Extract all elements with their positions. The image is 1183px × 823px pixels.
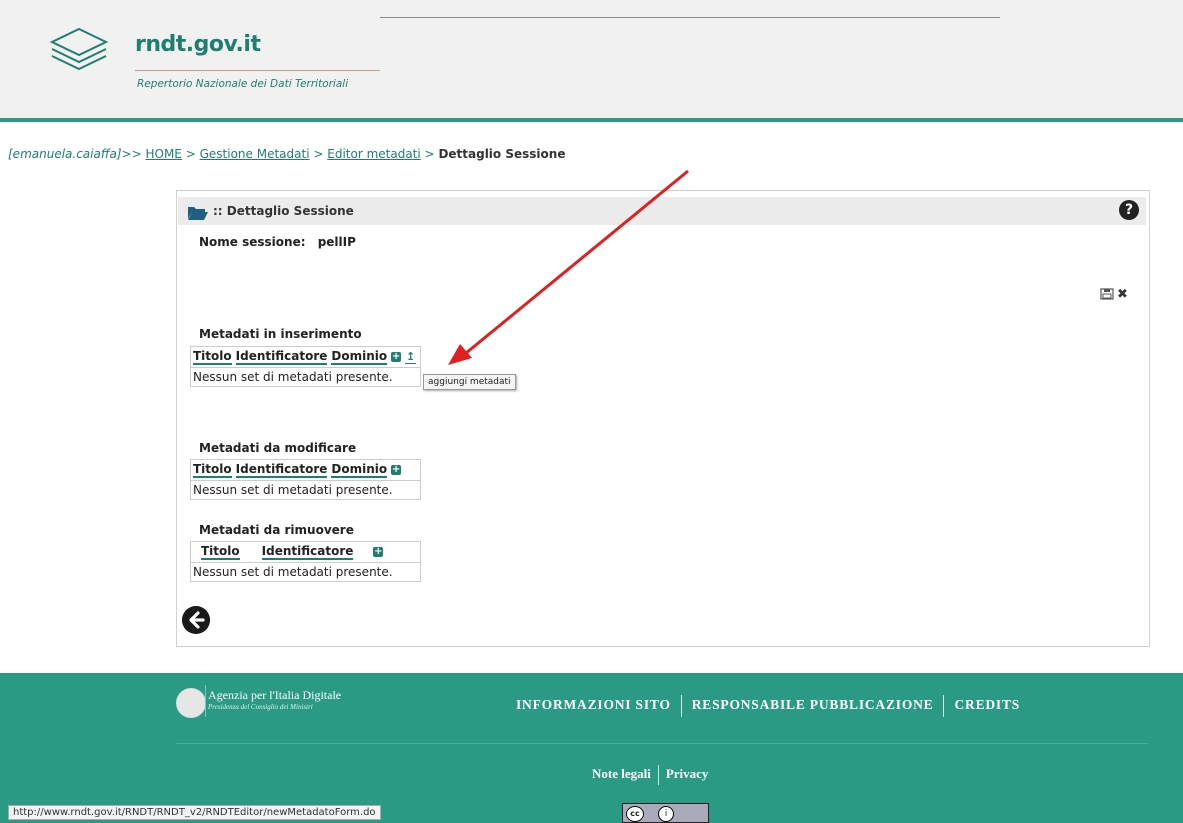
session-name-row: Nome sessione: pellIP bbox=[199, 235, 356, 249]
session-name-value: pellIP bbox=[317, 235, 356, 249]
cc-by-icon: i bbox=[658, 806, 674, 822]
breadcrumb-gestione-metadati-link[interactable]: Gestione Metadati bbox=[200, 147, 310, 161]
column-identificatore[interactable]: Identificatore bbox=[235, 349, 328, 365]
table-rimuovere: Titolo Identificatore + Nessun set di me… bbox=[190, 541, 421, 582]
footer-rule bbox=[176, 743, 1148, 744]
column-titolo[interactable]: Titolo bbox=[193, 349, 232, 365]
footer-nav: INFORMAZIONI SITO RESPONSABILE PUBBLICAZI… bbox=[516, 695, 1020, 717]
folder-open-icon bbox=[188, 207, 208, 220]
annotation-arrow bbox=[448, 169, 689, 365]
agency-name[interactable]: Agenzia per l'Italia Digitale bbox=[208, 688, 341, 703]
table-header-row: Titolo Identificatore + bbox=[191, 542, 420, 562]
save-icon[interactable] bbox=[1100, 288, 1114, 300]
panel-title: :: Dettaglio Sessione bbox=[213, 204, 354, 218]
footer-links: Note legali Privacy bbox=[592, 765, 708, 785]
back-arrow-icon[interactable] bbox=[182, 606, 210, 634]
empty-message: Nessun set di metadati presente. bbox=[191, 480, 420, 499]
site-footer: Agenzia per l'Italia Digitale Presidenza… bbox=[0, 673, 1183, 823]
site-header: rndt.gov.it Repertorio Nazionale dei Dat… bbox=[0, 0, 1183, 122]
upload-metadata-icon[interactable]: ↥ bbox=[405, 350, 417, 364]
session-name-label: Nome sessione: bbox=[199, 235, 306, 249]
footer-divider bbox=[657, 765, 659, 785]
breadcrumb-prefix: >> bbox=[121, 147, 142, 161]
column-identificatore[interactable]: Identificatore bbox=[235, 462, 328, 478]
column-titolo[interactable]: Titolo bbox=[193, 462, 232, 478]
column-dominio[interactable]: Dominio bbox=[331, 462, 388, 478]
breadcrumb-separator: > bbox=[185, 147, 196, 161]
tooltip-add-metadata: aggiungi metadati bbox=[423, 374, 516, 390]
add-metadata-icon[interactable]: + bbox=[391, 352, 402, 362]
logo-divider bbox=[135, 70, 380, 71]
breadcrumb: [emanuela.caiaffa]>> HOME > Gestione Met… bbox=[8, 147, 565, 161]
empty-message: Nessun set di metadati presente. bbox=[191, 562, 420, 581]
header-rule bbox=[380, 17, 1000, 18]
browser-status-url: http://www.rndt.gov.it/RNDT/RNDT_v2/RNDT… bbox=[8, 805, 381, 820]
help-icon[interactable]: ? bbox=[1119, 200, 1139, 220]
section-title-rimuovere: Metadati da rimuovere bbox=[199, 523, 354, 537]
add-metadata-icon[interactable]: + bbox=[373, 547, 384, 557]
emblem-icon bbox=[176, 688, 206, 718]
layers-logo-icon[interactable] bbox=[48, 25, 110, 75]
table-inserimento: Titolo Identificatore Dominio + ↥ Nessun… bbox=[190, 346, 421, 387]
breadcrumb-separator: > bbox=[313, 147, 324, 161]
breadcrumb-editor-metadati-link[interactable]: Editor metadati bbox=[327, 147, 420, 161]
footer-link-note-legali[interactable]: Note legali bbox=[592, 766, 651, 781]
column-identificatore[interactable]: Identificatore bbox=[261, 544, 354, 560]
agency-divider bbox=[205, 685, 206, 717]
section-title-modificare: Metadati da modificare bbox=[199, 441, 357, 455]
breadcrumb-user: [emanuela.caiaffa] bbox=[8, 147, 122, 161]
table-header-row: Titolo Identificatore Dominio + ↥ bbox=[191, 347, 420, 367]
footer-divider bbox=[943, 695, 945, 717]
breadcrumb-home-link[interactable]: HOME bbox=[145, 147, 181, 161]
footer-divider bbox=[680, 695, 682, 717]
cc-icon: cc bbox=[626, 806, 644, 822]
table-modificare: Titolo Identificatore Dominio + Nessun s… bbox=[190, 459, 421, 500]
column-titolo[interactable]: Titolo bbox=[201, 544, 240, 560]
site-subtitle: Repertorio Nazionale dei Dati Territoria… bbox=[137, 78, 349, 90]
site-title[interactable]: rndt.gov.it bbox=[135, 32, 261, 57]
footer-link-credits[interactable]: CREDITS bbox=[954, 697, 1020, 712]
column-dominio[interactable]: Dominio bbox=[331, 349, 388, 365]
table-header-row: Titolo Identificatore Dominio + bbox=[191, 460, 420, 480]
footer-link-informazioni-sito[interactable]: INFORMAZIONI SITO bbox=[516, 697, 671, 712]
header-accent-bar bbox=[0, 118, 1183, 122]
empty-message: Nessun set di metadati presente. bbox=[191, 367, 420, 386]
footer-link-privacy[interactable]: Privacy bbox=[666, 766, 709, 781]
section-title-inserimento: Metadati in inserimento bbox=[199, 327, 362, 341]
close-icon[interactable]: ✖ bbox=[1117, 287, 1128, 302]
creative-commons-badge[interactable]: cc i bbox=[622, 803, 709, 823]
footer-link-responsabile-pubblicazione[interactable]: RESPONSABILE PUBBLICAZIONE bbox=[692, 697, 934, 712]
breadcrumb-current: Dettaglio Sessione bbox=[438, 147, 566, 161]
breadcrumb-separator: > bbox=[424, 147, 435, 161]
add-metadata-icon[interactable]: + bbox=[391, 465, 402, 475]
agency-subtitle: Presidenza del Consiglio dei Ministri bbox=[208, 703, 313, 711]
